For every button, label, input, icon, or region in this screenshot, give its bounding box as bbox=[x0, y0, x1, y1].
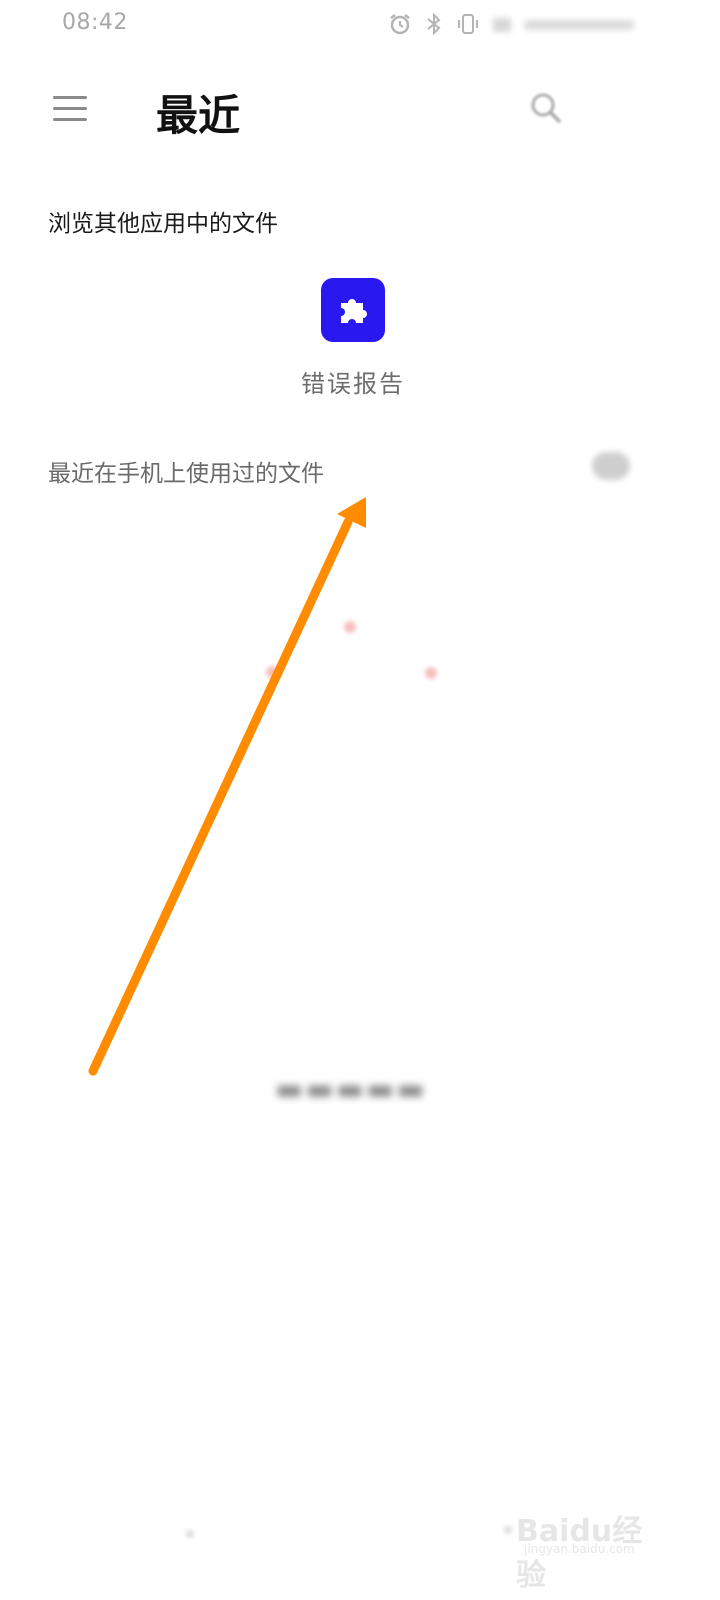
alarm-icon bbox=[390, 14, 410, 35]
page-title: 最近 bbox=[156, 91, 241, 140]
menu-button[interactable] bbox=[48, 90, 94, 128]
annotation-arrow bbox=[88, 497, 366, 1076]
status-icons bbox=[388, 8, 634, 40]
view-toggle-button[interactable] bbox=[592, 452, 630, 480]
app-tile-bug-report[interactable]: 错误报告 bbox=[292, 278, 414, 408]
puzzle-icon bbox=[341, 299, 367, 323]
empty-state-text: ▬▬▬▬▬ bbox=[275, 1072, 427, 1107]
browse-section-title: 浏览其他应用中的文件 bbox=[48, 211, 278, 237]
decorative-dot bbox=[344, 621, 356, 633]
decorative-dot bbox=[425, 667, 437, 679]
status-bar: 08:42 bbox=[0, 0, 720, 50]
search-icon bbox=[531, 93, 561, 123]
bluetooth-icon bbox=[427, 12, 441, 36]
app-label: 错误报告 bbox=[301, 370, 405, 398]
status-time: 08:42 bbox=[62, 10, 128, 35]
nav-dot bbox=[504, 1526, 512, 1534]
search-button[interactable] bbox=[526, 88, 566, 128]
signal-icon bbox=[493, 18, 511, 32]
watermark-url: jingyan.baidu.com bbox=[524, 1542, 635, 1556]
battery-icon bbox=[524, 20, 634, 30]
app-header: 最近 bbox=[0, 60, 720, 160]
watermark: Baidu经验 jingyan.baidu.com bbox=[516, 1494, 666, 1593]
recent-section-title: 最近在手机上使用过的文件 bbox=[48, 461, 324, 487]
app-icon-container bbox=[321, 278, 385, 342]
nav-dot bbox=[186, 1530, 194, 1538]
vibrate-icon bbox=[458, 14, 478, 34]
decorative-dot bbox=[266, 666, 278, 678]
